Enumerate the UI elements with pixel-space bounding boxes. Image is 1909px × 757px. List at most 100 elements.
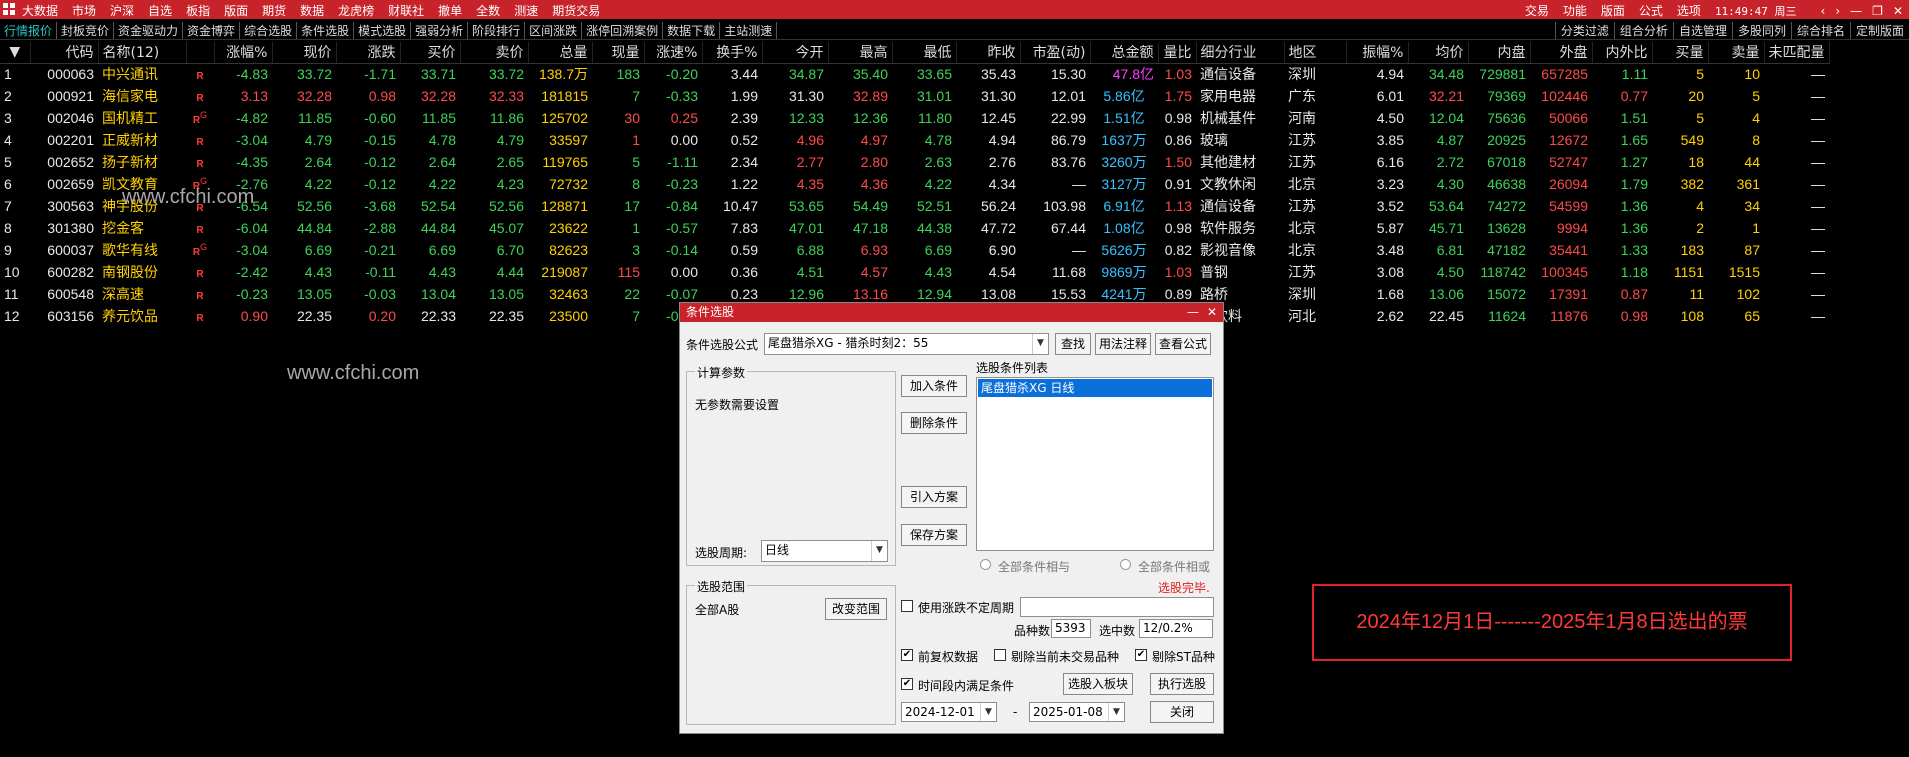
period-satisfy-checkbox[interactable]: ✔ [901, 678, 913, 690]
function-tab-right[interactable]: 自选管理 [1672, 22, 1732, 39]
column-header[interactable]: 代码 [30, 42, 99, 64]
column-header[interactable]: 现量 [592, 42, 645, 64]
column-header[interactable]: 买价 [400, 42, 461, 64]
sort-icon[interactable]: ▼ [0, 42, 31, 64]
column-header[interactable]: 总金额 [1090, 42, 1159, 64]
menu-item[interactable]: 龙虎榜 [338, 2, 374, 19]
column-header[interactable]: 量比 [1158, 42, 1197, 64]
column-header[interactable]: 外盘 [1530, 42, 1593, 64]
function-tab[interactable]: 封板竞价 [57, 22, 115, 39]
uncertain-period-checkbox[interactable] [901, 600, 913, 612]
function-tab[interactable]: 资金博弈 [183, 22, 241, 39]
usage-notes-button[interactable]: 用法注释 [1095, 333, 1151, 355]
exclude-st-checkbox[interactable]: ✔ [1135, 649, 1147, 661]
menu-item[interactable]: 大数据 [22, 2, 58, 19]
close-icon[interactable]: ✕ [1207, 303, 1217, 321]
add-condition-button[interactable]: 加入条件 [901, 375, 967, 397]
column-header[interactable]: 名称(12) [98, 42, 187, 64]
uncertain-period-input[interactable] [1020, 597, 1214, 617]
menu-item[interactable]: 撤单 [438, 2, 462, 19]
column-header[interactable]: 最低 [892, 42, 957, 64]
column-header[interactable]: 今开 [762, 42, 829, 64]
table-row[interactable]: 4 002201 正威新材 R -3.04 4.79 -0.15 4.78 4.79 33597 1… [0, 129, 1829, 151]
menu-item[interactable]: 期货交易 [552, 2, 600, 19]
menu-item[interactable]: 全数 [476, 2, 500, 19]
table-row[interactable]: 3 002046 国机精工 RG -4.82 11.85 -0.60 11.85 11.86 12… [0, 107, 1829, 129]
column-header[interactable]: 最高 [828, 42, 893, 64]
function-tab[interactable]: 模式选股 [354, 22, 412, 39]
menu-item[interactable]: 自选 [148, 2, 172, 19]
radio-or[interactable] [1120, 559, 1131, 570]
table-row[interactable]: 8 301380 挖金客 R -6.04 44.84 -2.88 44.84 45.07 2362… [0, 217, 1829, 239]
function-tab[interactable]: 涨停回溯案例 [582, 22, 664, 39]
function-tab[interactable]: 数据下载 [663, 22, 721, 39]
formula-select[interactable]: 尾盘猎杀XG - 猎杀时刻2：55 ▼ [764, 333, 1049, 355]
column-header[interactable]: 均价 [1408, 42, 1469, 64]
minimize-icon[interactable]: — [1187, 303, 1199, 321]
table-row[interactable]: 10 600282 南钢股份 R -2.42 4.43 -0.11 4.43 4.44 21908… [0, 261, 1829, 283]
column-header[interactable]: 涨速% [644, 42, 703, 64]
column-header[interactable]: 买量 [1652, 42, 1709, 64]
minimize-icon[interactable]: — [1850, 4, 1862, 18]
column-header[interactable]: 涨跌 [336, 42, 401, 64]
column-header[interactable]: 内盘 [1468, 42, 1531, 64]
app-logo-icon[interactable] [3, 3, 15, 15]
save-scheme-button[interactable]: 保存方案 [901, 524, 967, 546]
right-menu-item[interactable]: 选项 [1677, 2, 1701, 19]
table-row[interactable]: 2 000921 海信家电 R 3.13 32.28 0.98 32.28 32.33 18181… [0, 85, 1829, 107]
condition-list-item[interactable]: 尾盘猎杀XG 日线 [978, 379, 1212, 397]
right-menu-item[interactable]: 交易 [1525, 2, 1549, 19]
function-tab[interactable]: 条件选股 [297, 22, 355, 39]
add-to-block-button[interactable]: 选股入板块 [1063, 673, 1133, 695]
function-tab[interactable]: 强弱分析 [411, 22, 469, 39]
right-menu-item[interactable]: 功能 [1563, 2, 1587, 19]
column-header[interactable]: 涨幅% [214, 42, 273, 64]
table-row[interactable]: 1 000063 中兴通讯 R -4.83 33.72 -1.71 33.71 33.72 138… [0, 63, 1829, 85]
column-header[interactable]: 昨收 [956, 42, 1021, 64]
function-tab[interactable]: 阶段排行 [468, 22, 526, 39]
date-from-input[interactable]: 2024-12-01 ▼ [901, 702, 997, 722]
radio-and[interactable] [980, 559, 991, 570]
change-range-button[interactable]: 改变范围 [825, 598, 887, 620]
menu-item[interactable]: 测速 [514, 2, 538, 19]
table-row[interactable]: 9 600037 歌华有线 RG -3.04 6.69 -0.21 6.69 6.70 82623… [0, 239, 1829, 261]
find-button[interactable]: 查找 [1055, 333, 1091, 355]
column-header[interactable]: 卖价 [460, 42, 529, 64]
function-tab[interactable]: 区间涨跌 [525, 22, 583, 39]
menu-item[interactable]: 数据 [300, 2, 324, 19]
forward-adjust-checkbox[interactable]: ✔ [901, 649, 913, 661]
chevron-down-icon[interactable]: ▼ [871, 541, 887, 561]
view-formula-button[interactable]: 查看公式 [1155, 333, 1211, 355]
function-tab-right[interactable]: 综合排名 [1790, 22, 1850, 39]
menu-item[interactable]: 期货 [262, 2, 286, 19]
restore-icon[interactable]: ❐ [1872, 4, 1883, 18]
column-header[interactable]: 未匹配量 [1764, 42, 1830, 64]
period-select[interactable]: 日线 ▼ [761, 540, 888, 562]
menu-item[interactable]: 板指 [186, 2, 210, 19]
function-tab-right[interactable]: 组合分析 [1613, 22, 1673, 39]
function-tab[interactable]: 资金驱动力 [114, 22, 184, 39]
column-header[interactable]: 换手% [702, 42, 763, 64]
column-header[interactable]: 地区 [1284, 42, 1347, 64]
column-header[interactable]: 总量 [528, 42, 593, 64]
chevron-down-icon[interactable]: ▼ [1108, 703, 1124, 721]
close-button[interactable]: 关闭 [1150, 701, 1214, 723]
column-header[interactable] [186, 42, 215, 64]
chevron-down-icon[interactable]: ▼ [1032, 334, 1048, 354]
column-header[interactable]: 现价 [272, 42, 337, 64]
function-tab-right[interactable]: 多股同列 [1731, 22, 1791, 39]
function-tab[interactable]: 综合选股 [240, 22, 298, 39]
column-header[interactable]: 细分行业 [1196, 42, 1285, 64]
menu-item[interactable]: 版面 [224, 2, 248, 19]
execute-select-button[interactable]: 执行选股 [1150, 673, 1214, 695]
function-tab-right[interactable]: 分类过滤 [1554, 22, 1614, 39]
function-tab[interactable]: 行情报价 [0, 22, 58, 39]
menu-item[interactable]: 市场 [72, 2, 96, 19]
forward-icon[interactable]: › [1835, 4, 1840, 18]
right-menu-item[interactable]: 版面 [1601, 2, 1625, 19]
column-header[interactable]: 内外比 [1592, 42, 1653, 64]
column-header[interactable]: 振幅% [1346, 42, 1409, 64]
table-row[interactable]: 6 002659 凯文教育 RG -2.76 4.22 -0.12 4.22 4.23 72732… [0, 173, 1829, 195]
function-tab[interactable]: 主站测速 [720, 22, 778, 39]
delete-condition-button[interactable]: 删除条件 [901, 412, 967, 434]
